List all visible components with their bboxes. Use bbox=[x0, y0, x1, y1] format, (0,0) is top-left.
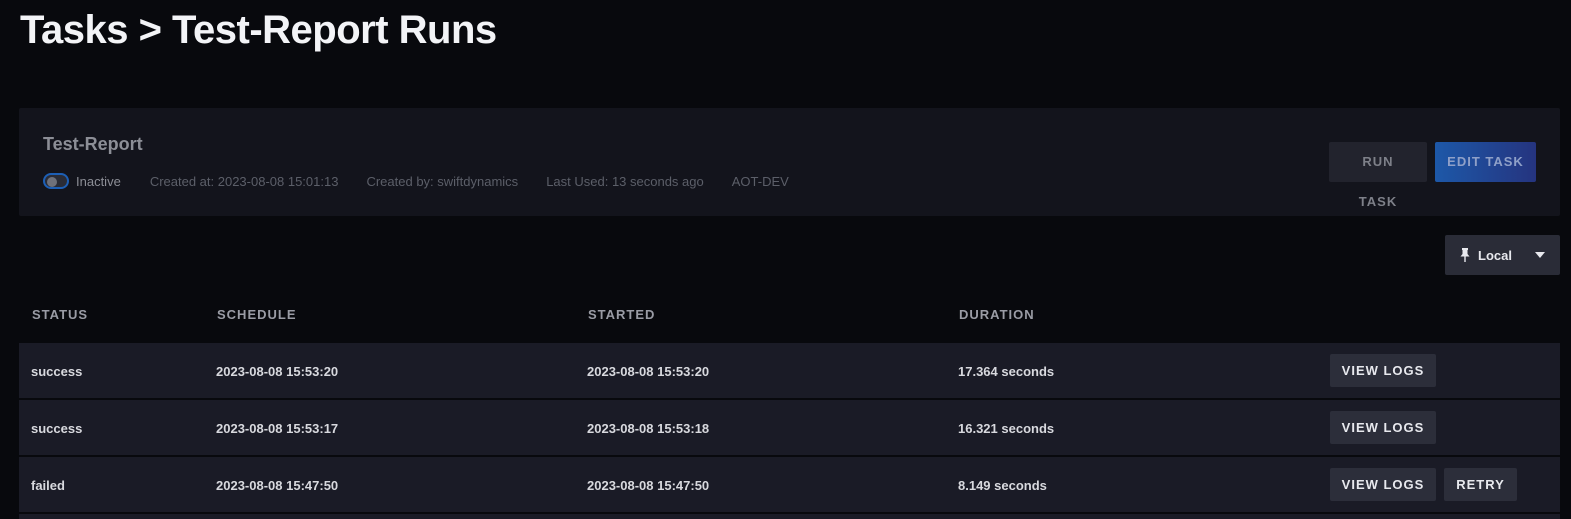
task-summary-card: Test-Report Inactive Created at: 2023-08… bbox=[19, 108, 1560, 216]
environment-label: AOT-DEV bbox=[731, 173, 789, 189]
column-header-schedule: SCHEDULE bbox=[217, 307, 297, 322]
run-duration: 17.364 seconds bbox=[958, 364, 1055, 379]
runner-select[interactable]: Local bbox=[1445, 235, 1560, 275]
table-row: success 2023-08-08 15:53:20 2023-08-08 1… bbox=[19, 343, 1560, 398]
column-header-status: STATUS bbox=[32, 307, 89, 322]
toggle-label: Inactive bbox=[76, 173, 121, 189]
run-schedule: 2023-08-08 15:53:20 bbox=[216, 364, 339, 379]
run-started: 2023-08-08 15:53:18 bbox=[587, 421, 710, 436]
column-header-duration: DURATION bbox=[959, 307, 1035, 322]
last-used: Last Used: 13 seconds ago bbox=[546, 173, 704, 189]
column-header-started: STARTED bbox=[588, 307, 656, 322]
run-duration: 8.149 seconds bbox=[958, 478, 1047, 493]
created-by: Created by: swiftdynamics bbox=[366, 173, 519, 189]
pin-icon bbox=[1460, 248, 1470, 262]
table-header: STATUS SCHEDULE STARTED DURATION bbox=[19, 300, 1560, 330]
view-logs-button[interactable]: VIEW LOGS bbox=[1330, 354, 1436, 387]
edit-task-button[interactable]: EDIT TASK bbox=[1435, 142, 1536, 182]
run-duration: 16.321 seconds bbox=[958, 421, 1055, 436]
table-row: failed 2023-08-08 15:47:50 2023-08-08 15… bbox=[19, 457, 1560, 512]
task-name: Test-Report bbox=[43, 134, 143, 154]
chevron-down-icon bbox=[1535, 252, 1545, 258]
view-logs-button[interactable]: VIEW LOGS bbox=[1330, 411, 1436, 444]
run-started: 2023-08-08 15:53:20 bbox=[587, 364, 710, 379]
run-schedule: 2023-08-08 15:53:17 bbox=[216, 421, 339, 436]
runner-select-value: Local bbox=[1478, 247, 1512, 263]
run-status: success bbox=[31, 421, 83, 436]
created-at: Created at: 2023-08-08 15:01:13 bbox=[149, 173, 339, 189]
table-row: success 2023-08-08 15:53:17 2023-08-08 1… bbox=[19, 400, 1560, 455]
run-started: 2023-08-08 15:47:50 bbox=[587, 478, 710, 493]
view-logs-button[interactable]: VIEW LOGS bbox=[1330, 468, 1436, 501]
run-schedule: 2023-08-08 15:47:50 bbox=[216, 478, 339, 493]
run-task-button[interactable]: RUN TASK bbox=[1329, 142, 1427, 209]
run-status: failed bbox=[31, 478, 65, 493]
table-row-partial bbox=[19, 514, 1560, 519]
task-meta-row: Inactive Created at: 2023-08-08 15:01:13… bbox=[43, 173, 817, 189]
page-title: Tasks > Test-Report Runs bbox=[20, 8, 497, 52]
retry-button[interactable]: RETRY bbox=[1444, 468, 1517, 501]
active-toggle[interactable] bbox=[43, 173, 69, 189]
toggle-knob bbox=[47, 177, 57, 187]
run-status: success bbox=[31, 364, 83, 379]
